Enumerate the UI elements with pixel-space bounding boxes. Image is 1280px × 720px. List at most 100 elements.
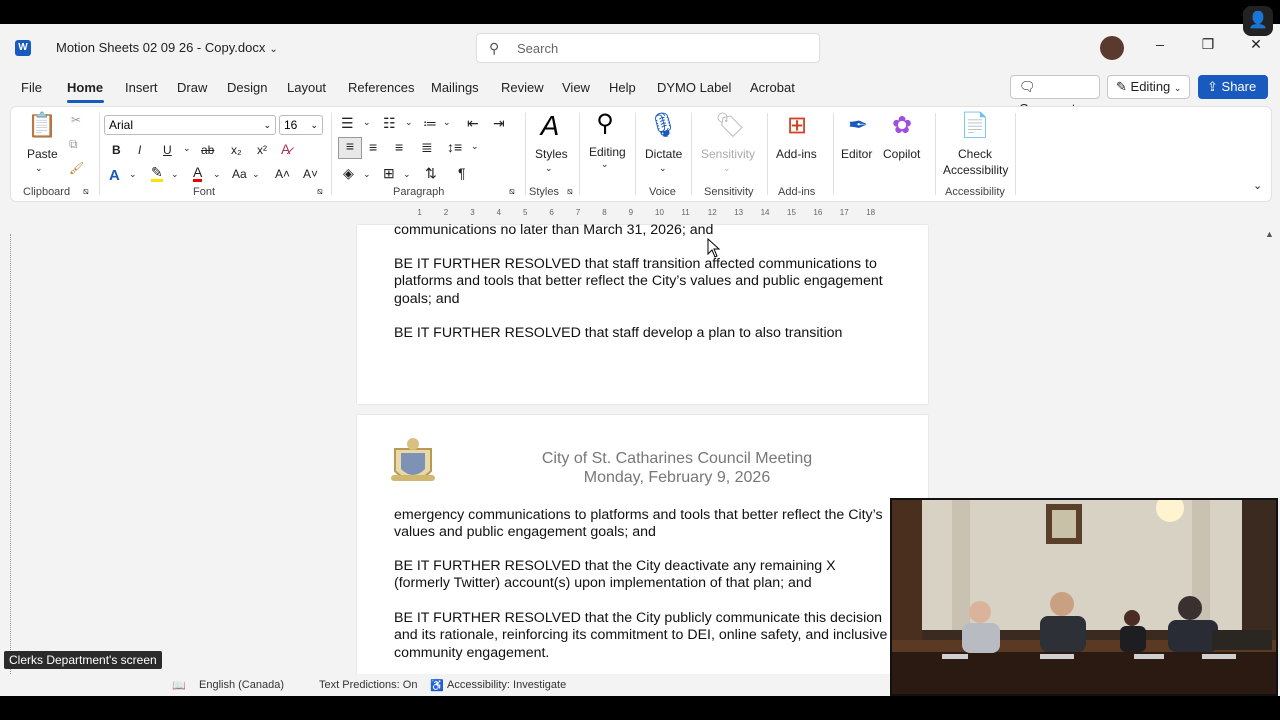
chevron-down-icon[interactable]: ⌄ (129, 169, 137, 180)
scroll-up-icon[interactable]: ▲ (1265, 229, 1274, 239)
font-size-combo[interactable]: 16 ⌄ (279, 115, 323, 135)
chevron-down-icon[interactable]: ⌄ (252, 169, 260, 180)
editing-label[interactable]: Editing (589, 145, 626, 159)
tab-mailings[interactable]: Mailings (431, 80, 479, 95)
chevron-down-icon[interactable]: ⌄ (443, 117, 451, 128)
editor-label[interactable]: Editor (841, 147, 872, 161)
font-color-icon[interactable]: A (193, 165, 203, 182)
borders-icon[interactable]: ⊞ (383, 165, 395, 182)
bold-button[interactable]: B (112, 143, 121, 157)
font-launcher-icon[interactable]: ⧅ (317, 186, 323, 197)
editing-mode-button[interactable]: ✎ Editing ⌄ (1107, 75, 1190, 99)
strikethrough-button[interactable]: ab (201, 143, 214, 157)
editor-icon[interactable]: ✒ (844, 111, 872, 141)
chevron-down-icon[interactable]: ⌄ (545, 163, 553, 174)
styles-label[interactable]: Styles (535, 147, 568, 161)
check-accessibility-label-2[interactable]: Accessibility (943, 163, 1008, 177)
tab-design[interactable]: Design (227, 80, 267, 95)
paragraph[interactable]: BE IT FURTHER RESOLVED that staff transi… (394, 256, 894, 308)
check-accessibility-icon[interactable]: 📄 (960, 111, 990, 141)
underline-dropdown-icon[interactable]: ⌄ (183, 143, 191, 154)
chevron-down-icon[interactable]: ⌄ (405, 117, 413, 128)
decrease-indent-icon[interactable]: ⇤ (467, 115, 479, 132)
increase-indent-icon[interactable]: ⇥ (493, 115, 505, 132)
italic-button[interactable]: I (138, 143, 141, 157)
paragraph-launcher-icon[interactable]: ⧅ (509, 186, 515, 197)
paragraph[interactable]: BE IT FURTHER RESOLVED that staff develo… (394, 325, 894, 342)
tab-file[interactable]: File (21, 80, 42, 95)
minimize-button[interactable]: – (1150, 36, 1170, 52)
paragraph[interactable]: BE IT FURTHER RESOLVED that the City pub… (394, 610, 889, 662)
tab-references[interactable]: References (348, 80, 414, 95)
paragraph[interactable]: BE IT FURTHER RESOLVED that the City dea… (394, 558, 894, 593)
avatar[interactable] (1100, 36, 1124, 60)
copilot-label[interactable]: Copilot (883, 147, 920, 161)
copy-icon[interactable]: ⧉ (69, 137, 78, 152)
grow-font-button[interactable]: A˄ (275, 167, 290, 181)
document-page[interactable]: communications no later than March 31, 2… (357, 222, 928, 404)
sort-icon[interactable]: ⇅ (425, 165, 437, 182)
text-predictions-status[interactable]: Text Predictions: On (319, 679, 417, 691)
clipboard-launcher-icon[interactable]: ⧅ (83, 186, 89, 197)
microphone-icon[interactable]: 🎙 (648, 111, 678, 141)
line-spacing-icon[interactable]: ↕≡ (447, 139, 462, 155)
bullets-icon[interactable]: ☰ (341, 115, 354, 132)
addins-icon[interactable]: ⊞ (783, 111, 811, 141)
highlight-icon[interactable]: ✎ (151, 165, 163, 182)
paragraph[interactable]: emergency communications to platforms an… (394, 507, 894, 542)
tab-dymo-label[interactable]: DYMO Label (657, 80, 731, 95)
shrink-font-button[interactable]: A˅ (303, 167, 318, 181)
numbering-icon[interactable]: ☷ (383, 115, 396, 132)
document-title[interactable]: Motion Sheets 02 09 26 - Copy.docx ⌄ (56, 40, 278, 55)
document-page[interactable]: City of St. Catharines Council Meeting M… (357, 415, 928, 696)
chevron-down-icon[interactable]: ⌄ (213, 169, 221, 180)
superscript-button[interactable]: x² (257, 143, 267, 157)
cut-icon[interactable]: ✂ (71, 113, 81, 127)
collapse-ribbon-icon[interactable]: ⌄ (1253, 179, 1262, 192)
restore-button[interactable]: ❐ (1198, 36, 1218, 53)
align-right-icon[interactable]: ≡ (395, 139, 403, 155)
tab-view[interactable]: View (562, 80, 590, 95)
find-icon[interactable]: ⚲ (591, 109, 619, 139)
justify-icon[interactable]: ≣ (421, 139, 433, 156)
shading-icon[interactable]: ◈ (343, 165, 354, 182)
accessibility-icon[interactable]: ♿ (430, 679, 444, 692)
check-accessibility-label-1[interactable]: Check (958, 147, 992, 161)
text-effects-icon[interactable]: A (109, 167, 120, 184)
underline-button[interactable]: U (163, 143, 172, 157)
horizontal-ruler[interactable]: 1 2 3 4 5 6 7 8 9 10 11 12 13 14 15 16 17 18 (357, 208, 928, 218)
accessibility-status[interactable]: Accessibility: Investigate (447, 679, 566, 691)
comments-button[interactable]: 🗨 Comments (1010, 75, 1100, 116)
paste-label[interactable]: Paste (27, 147, 58, 161)
chevron-down-icon[interactable]: ⌄ (363, 117, 371, 128)
format-painter-icon[interactable]: 🖌 (69, 161, 84, 175)
align-left-button[interactable]: ≡ (338, 137, 362, 159)
align-center-icon[interactable]: ≡ (369, 139, 377, 155)
change-case-button[interactable]: Aa (232, 167, 247, 181)
chevron-down-icon[interactable]: ⌄ (363, 169, 371, 180)
addins-label[interactable]: Add-ins (776, 147, 817, 161)
chevron-down-icon[interactable]: ⌄ (659, 163, 667, 174)
chevron-down-icon[interactable]: ⌄ (403, 169, 411, 180)
tab-home[interactable]: Home (67, 80, 103, 95)
chevron-down-icon[interactable]: ⌄ (171, 169, 179, 180)
tab-review[interactable]: Review (501, 80, 544, 95)
tab-draw[interactable]: Draw (177, 80, 207, 95)
participants-icon[interactable]: 👤 (1243, 6, 1273, 36)
chevron-down-icon[interactable]: ⌄ (601, 159, 609, 170)
close-button[interactable]: ✕ (1246, 36, 1266, 53)
clear-formatting-icon[interactable]: A̷ (281, 141, 290, 157)
paste-dropdown-icon[interactable]: ⌄ (35, 163, 43, 174)
language-status[interactable]: English (Canada) (199, 679, 284, 691)
share-button[interactable]: ⇪ Share ⌄ (1198, 75, 1268, 115)
search-box[interactable]: ⚲ Search (476, 33, 820, 63)
styles-launcher-icon[interactable]: ⧅ (567, 186, 573, 197)
copilot-icon[interactable]: ✿ (888, 111, 916, 141)
tab-layout[interactable]: Layout (287, 80, 326, 95)
show-hide-button[interactable]: ¶ (458, 165, 466, 181)
tab-help[interactable]: Help (609, 80, 636, 95)
paragraph[interactable]: communications no later than March 31, 2… (394, 222, 894, 239)
chevron-down-icon[interactable]: ⌄ (471, 141, 479, 152)
font-name-combo[interactable]: Arial ⌄ (104, 115, 276, 135)
multilevel-list-icon[interactable]: ≔ (423, 115, 437, 132)
